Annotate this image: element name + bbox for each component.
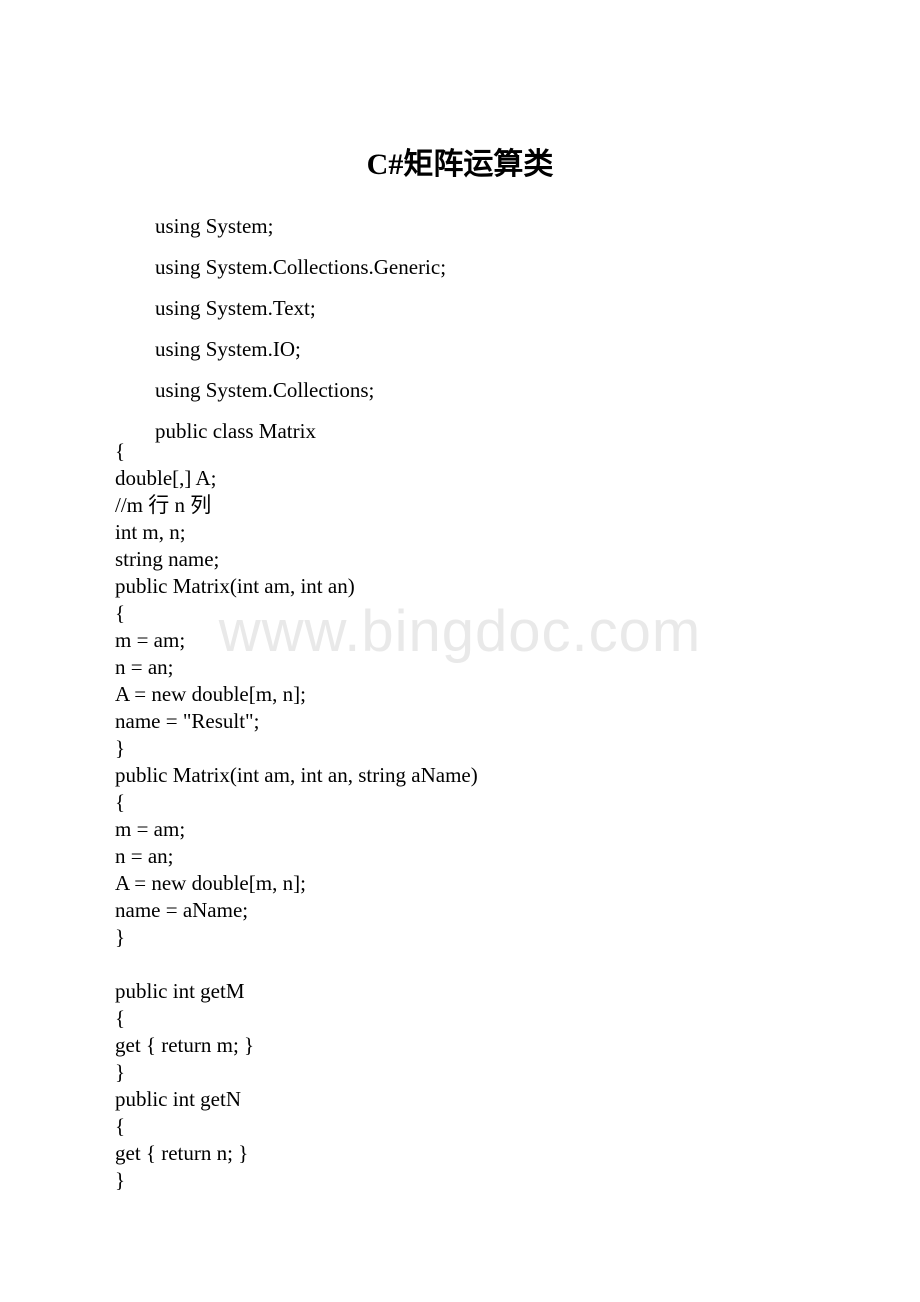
code-line-body: public int getN [115,1087,241,1111]
code-line-body: name = aName; [115,898,249,922]
code-line-import: using System.Collections.Generic; [155,255,447,279]
code-line-body: int m, n; [115,520,186,544]
code-line-body: { [115,1114,126,1138]
code-line-body: } [115,925,126,949]
code-line-body: get { return m; } [115,1033,255,1057]
code-line-body: A = new double[m, n]; [115,871,306,895]
code-line-body: { [115,1006,126,1030]
code-line-import: using System; [155,214,274,238]
code-line-body: n = an; [115,655,174,679]
code-line-body: { [115,439,126,463]
code-line-body: public Matrix(int am, int an, string aNa… [115,763,478,787]
code-line-body: string name; [115,547,220,571]
document-page: www.bingdoc.com C#矩阵运算类 using System; usi… [0,0,920,1302]
code-line-body: //m 行 n 列 [115,493,212,517]
code-line-body: m = am; [115,817,186,841]
code-line-body: { [115,601,126,625]
code-line-body: public int getM [115,979,245,1003]
code-line-body: A = new double[m, n]; [115,682,306,706]
code-line-import: using System.IO; [155,337,301,361]
code-line-body: } [115,1168,126,1192]
page-title: C#矩阵运算类 [366,148,554,181]
code-line-body: public Matrix(int am, int an) [115,574,355,598]
code-line-body: { [115,790,126,814]
import-statements-block: using System; using System.Collections.Ge… [155,206,855,452]
code-line-body: } [115,1060,126,1084]
code-line-body: } [115,736,126,760]
code-line-body: double[,] A; [115,466,217,490]
code-line-body [115,951,875,978]
code-line-import: using System.Collections; [155,378,375,402]
code-line-import: using System.Text; [155,296,316,320]
code-line-body: name = "Result"; [115,709,260,733]
class-body-block: { double[,] A; //m 行 n 列 int m, n; string na… [115,438,875,1194]
code-line-body: m = am; [115,628,186,652]
code-line-body: n = an; [115,844,174,868]
code-line-body: get { return n; } [115,1141,249,1165]
